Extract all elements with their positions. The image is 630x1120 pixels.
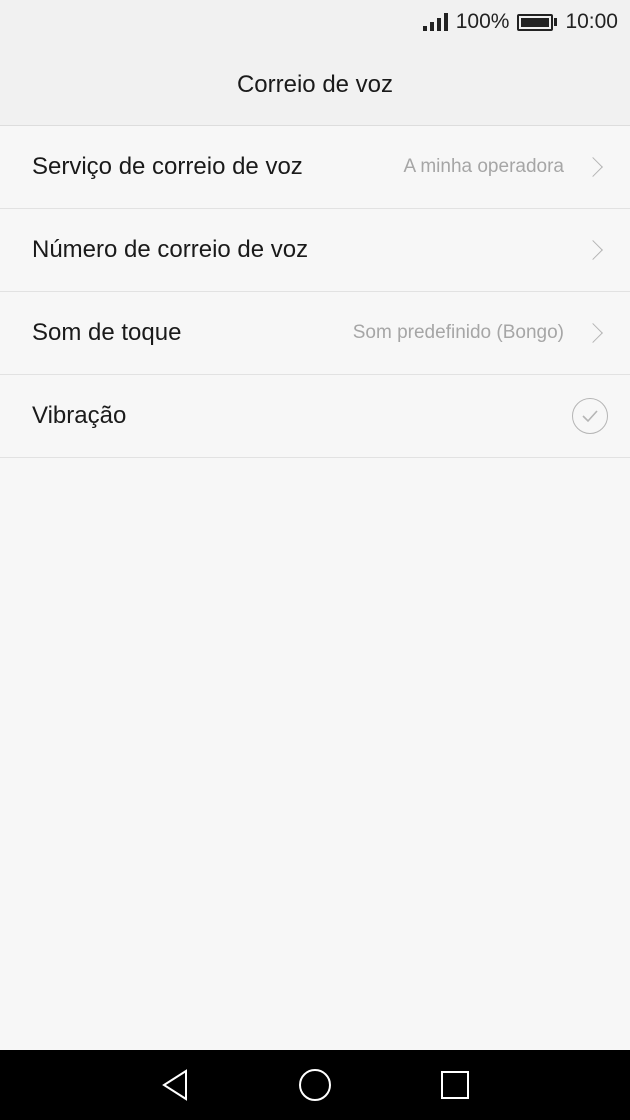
navigation-bar — [0, 1050, 630, 1120]
back-button[interactable] — [105, 1050, 245, 1120]
recents-button[interactable] — [385, 1050, 525, 1120]
setting-value: A minha operadora — [403, 156, 564, 177]
chevron-right-icon — [583, 157, 603, 177]
home-button[interactable] — [245, 1050, 385, 1120]
page-title: Correio de voz — [236, 70, 394, 98]
setting-ringtone[interactable]: Som de toque Som predefinido (Bongo) — [0, 292, 630, 375]
setting-voicemail-service[interactable]: Serviço de correio de voz A minha operad… — [0, 126, 630, 209]
setting-label: Número de correio de voz — [32, 236, 309, 263]
chevron-right-icon — [583, 240, 603, 260]
screen: 100% 10:00 Correio de voz Serviço de cor… — [0, 0, 630, 1120]
back-icon — [162, 1069, 187, 1101]
setting-label: Som de toque — [32, 319, 182, 346]
signal-icon — [422, 13, 448, 31]
checkmark-icon — [582, 410, 598, 423]
battery-percentage: 100% — [455, 10, 510, 33]
setting-label: Vibração — [32, 402, 127, 429]
settings-list: Serviço de correio de voz A minha operad… — [0, 126, 630, 458]
battery-icon — [517, 13, 558, 31]
chevron-right-icon — [583, 323, 603, 343]
app-header: Correio de voz — [0, 44, 630, 126]
setting-vibration[interactable]: Vibração — [0, 375, 630, 458]
checkmark-circle-icon[interactable] — [572, 398, 608, 434]
status-bar: 100% 10:00 — [0, 0, 630, 44]
setting-value: Som predefinido (Bongo) — [352, 322, 564, 343]
setting-label: Serviço de correio de voz — [32, 153, 303, 180]
clock: 10:00 — [565, 10, 618, 33]
recents-icon — [441, 1071, 469, 1099]
setting-voicemail-number[interactable]: Número de correio de voz — [0, 209, 630, 292]
home-icon — [299, 1069, 331, 1101]
